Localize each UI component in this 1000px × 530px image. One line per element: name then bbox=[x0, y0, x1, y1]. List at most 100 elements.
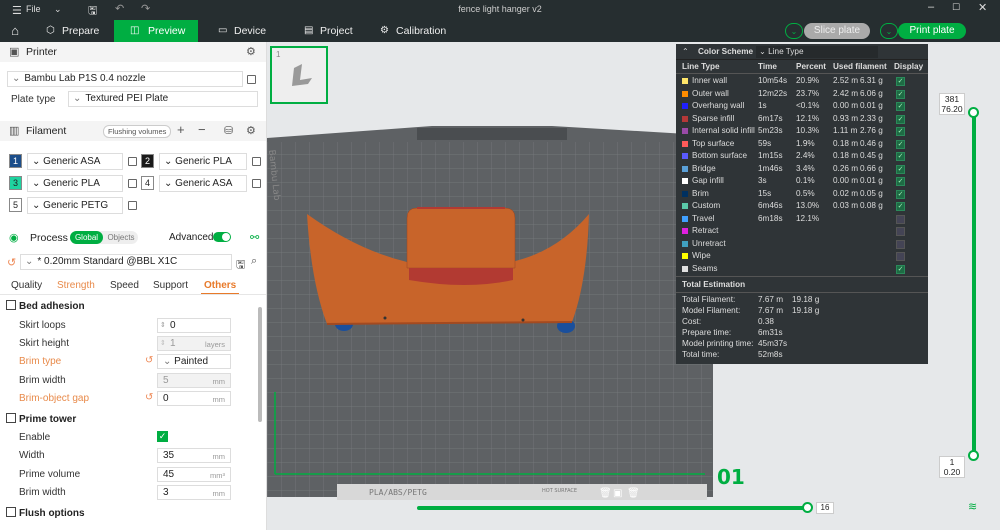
sync-icon[interactable]: ⛁ bbox=[224, 124, 233, 137]
filament-select[interactable]: ⌄ Generic PLA bbox=[27, 175, 123, 192]
display-checkbox[interactable]: ✓ bbox=[896, 127, 905, 136]
filament-select[interactable]: ⌄ Generic ASA bbox=[159, 175, 247, 192]
display-checkbox[interactable] bbox=[896, 239, 905, 249]
filament-select[interactable]: ⌄ Generic PETG bbox=[27, 197, 123, 214]
filament-color-swatch[interactable]: 2 bbox=[141, 154, 154, 168]
display-checkbox[interactable]: ✓ bbox=[896, 202, 905, 211]
global-option[interactable]: Global bbox=[70, 231, 103, 244]
line-type-row[interactable]: Overhang wall 1s <0.1% 0.00 m 0.01 g ✓ bbox=[676, 101, 928, 113]
layers-icon[interactable]: ≋ bbox=[968, 500, 977, 513]
maximize-icon[interactable]: ☐ bbox=[952, 2, 960, 13]
layer-slider-track[interactable] bbox=[972, 110, 976, 458]
layer-slider-bottom-knob[interactable] bbox=[968, 450, 979, 461]
edit-icon[interactable] bbox=[128, 201, 137, 210]
home-icon[interactable]: ⌂ bbox=[0, 20, 30, 42]
filament-select[interactable]: ⌄ Generic PLA bbox=[159, 153, 247, 170]
collapse-icon[interactable]: ⌃ bbox=[682, 47, 689, 56]
process-preset-select[interactable]: ⌄ * 0.20mm Standard @BBL X1C bbox=[20, 254, 232, 270]
enable-checkbox[interactable]: ✓ bbox=[157, 431, 168, 442]
display-checkbox[interactable]: ✓ bbox=[896, 89, 905, 99]
search-icon[interactable]: ⌕ bbox=[251, 255, 257, 268]
line-type-row[interactable]: Inner wall 10m54s 20.9% 2.52 m 6.31 g ✓ bbox=[676, 76, 928, 88]
fit-icon[interactable]: ▣ bbox=[613, 488, 622, 499]
display-checkbox[interactable]: ✓ bbox=[896, 152, 905, 161]
add-icon[interactable]: + bbox=[177, 122, 185, 137]
display-checkbox[interactable]: ✓ bbox=[896, 139, 905, 149]
display-checkbox[interactable] bbox=[896, 252, 905, 261]
slice-plate-button[interactable]: Slice plate bbox=[804, 23, 870, 39]
move-slider-track[interactable] bbox=[417, 506, 809, 510]
filament-color-swatch[interactable]: 5 bbox=[9, 198, 22, 212]
line-type-row[interactable]: Bottom surface 1m15s 2.4% 0.18 m 0.45 g ✓ bbox=[676, 151, 928, 163]
filament-select[interactable]: ⌄ Generic ASA bbox=[27, 153, 123, 170]
filament-color-swatch[interactable]: 1 bbox=[9, 154, 22, 168]
move-slider-knob[interactable] bbox=[802, 502, 813, 513]
edit-icon[interactable] bbox=[247, 75, 256, 84]
line-type-row[interactable]: Top surface 59s 1.9% 0.18 m 0.46 g ✓ bbox=[676, 139, 928, 151]
prime-volume-input[interactable]: 45 mm³ bbox=[157, 467, 231, 482]
subtab-support[interactable]: Support bbox=[153, 280, 188, 291]
tab-project[interactable]: ▤ Project bbox=[302, 20, 362, 42]
save-icon[interactable]: 🖫 bbox=[236, 256, 245, 275]
objects-option[interactable]: Objects bbox=[104, 231, 138, 244]
display-checkbox[interactable] bbox=[896, 214, 905, 224]
subtab-strength[interactable]: Strength bbox=[57, 280, 95, 291]
subtab-speed[interactable]: Speed bbox=[110, 280, 139, 291]
line-type-row[interactable]: Sparse infill 6m17s 12.1% 0.93 m 2.33 g ✓ bbox=[676, 114, 928, 126]
layer-slider-top-knob[interactable] bbox=[968, 107, 979, 118]
subtab-others[interactable]: Others bbox=[204, 280, 236, 291]
trash-icon[interactable]: 🗑 bbox=[599, 488, 612, 499]
display-checkbox[interactable]: ✓ bbox=[896, 77, 905, 86]
filament-color-swatch[interactable]: 4 bbox=[141, 176, 154, 190]
display-checkbox[interactable] bbox=[896, 227, 905, 236]
reset-icon[interactable]: ↺ bbox=[145, 355, 153, 366]
display-checkbox[interactable]: ✓ bbox=[896, 164, 905, 174]
tab-preview[interactable]: ◫ Preview bbox=[114, 20, 198, 42]
color-scheme-select[interactable]: ⌄ Line Type bbox=[756, 46, 878, 58]
display-checkbox[interactable]: ✓ bbox=[896, 102, 905, 111]
close-icon[interactable]: ✕ bbox=[978, 1, 987, 14]
flushing-volumes-button[interactable]: Flushing volumes bbox=[103, 125, 172, 138]
line-type-row[interactable]: Unretract bbox=[676, 239, 928, 251]
line-type-row[interactable]: Brim 15s 0.5% 0.02 m 0.05 g ✓ bbox=[676, 189, 928, 201]
tab-device[interactable]: ▭ Device bbox=[216, 20, 276, 42]
prime-brim-width-input[interactable]: 3 mm bbox=[157, 485, 231, 500]
line-type-row[interactable]: Travel 6m18s 12.1% bbox=[676, 214, 928, 226]
plate-type-select[interactable]: ⌄ Textured PEI Plate bbox=[68, 91, 258, 107]
line-type-row[interactable]: Retract bbox=[676, 226, 928, 238]
brim-type-select[interactable]: ⌄ Painted bbox=[157, 354, 231, 369]
filament-color-swatch[interactable]: 3 bbox=[9, 176, 22, 190]
edit-icon[interactable] bbox=[252, 179, 261, 188]
remove-icon[interactable]: − bbox=[198, 122, 206, 137]
display-checkbox[interactable]: ✓ bbox=[896, 189, 905, 199]
gear-icon[interactable]: ⚙ bbox=[246, 124, 256, 137]
line-type-row[interactable]: Custom 6m46s 13.0% 0.03 m 0.08 g ✓ bbox=[676, 201, 928, 213]
advanced-toggle[interactable] bbox=[213, 232, 231, 242]
line-type-row[interactable]: Bridge 1m46s 3.4% 0.26 m 0.66 g ✓ bbox=[676, 164, 928, 176]
print-plate-button[interactable]: Print plate bbox=[898, 23, 966, 39]
minimize-icon[interactable]: – bbox=[928, 1, 934, 13]
tab-calibration[interactable]: ⚙ Calibration bbox=[378, 20, 458, 42]
display-checkbox[interactable]: ✓ bbox=[896, 177, 905, 186]
global-objects-toggle[interactable]: Global Objects bbox=[70, 231, 138, 244]
prime-tower-width-input[interactable]: 35 mm bbox=[157, 448, 231, 463]
printer-select[interactable]: ⌄ Bambu Lab P1S 0.4 nozzle bbox=[7, 71, 243, 87]
print-dropdown[interactable]: ⌄ bbox=[880, 23, 898, 39]
skirt-height-input[interactable]: ⇕ 1 layers bbox=[157, 336, 231, 351]
gear-icon[interactable]: ⚙ bbox=[246, 45, 256, 58]
stepper-icon[interactable]: ⇕ bbox=[160, 337, 166, 350]
subtab-quality[interactable]: Quality bbox=[11, 280, 42, 291]
line-type-row[interactable]: Internal solid infill 5m23s 10.3% 1.11 m 2.7… bbox=[676, 126, 928, 138]
stepper-icon[interactable]: ⇕ bbox=[160, 319, 166, 332]
skirt-loops-input[interactable]: ⇕ 0 bbox=[157, 318, 231, 333]
scrollbar[interactable] bbox=[258, 307, 262, 422]
delete-plate-icon[interactable]: 🗑 bbox=[627, 488, 640, 499]
plate-thumbnail[interactable]: 1 bbox=[270, 46, 328, 104]
brim-width-input[interactable]: 5 mm bbox=[157, 373, 231, 388]
compare-icon[interactable]: ⚯ bbox=[250, 231, 259, 244]
edit-icon[interactable] bbox=[252, 157, 261, 166]
line-type-row[interactable]: Wipe bbox=[676, 251, 928, 263]
tab-prepare[interactable]: ⬡ Prepare bbox=[44, 20, 114, 42]
display-checkbox[interactable]: ✓ bbox=[896, 114, 905, 124]
display-checkbox[interactable]: ✓ bbox=[896, 264, 905, 274]
